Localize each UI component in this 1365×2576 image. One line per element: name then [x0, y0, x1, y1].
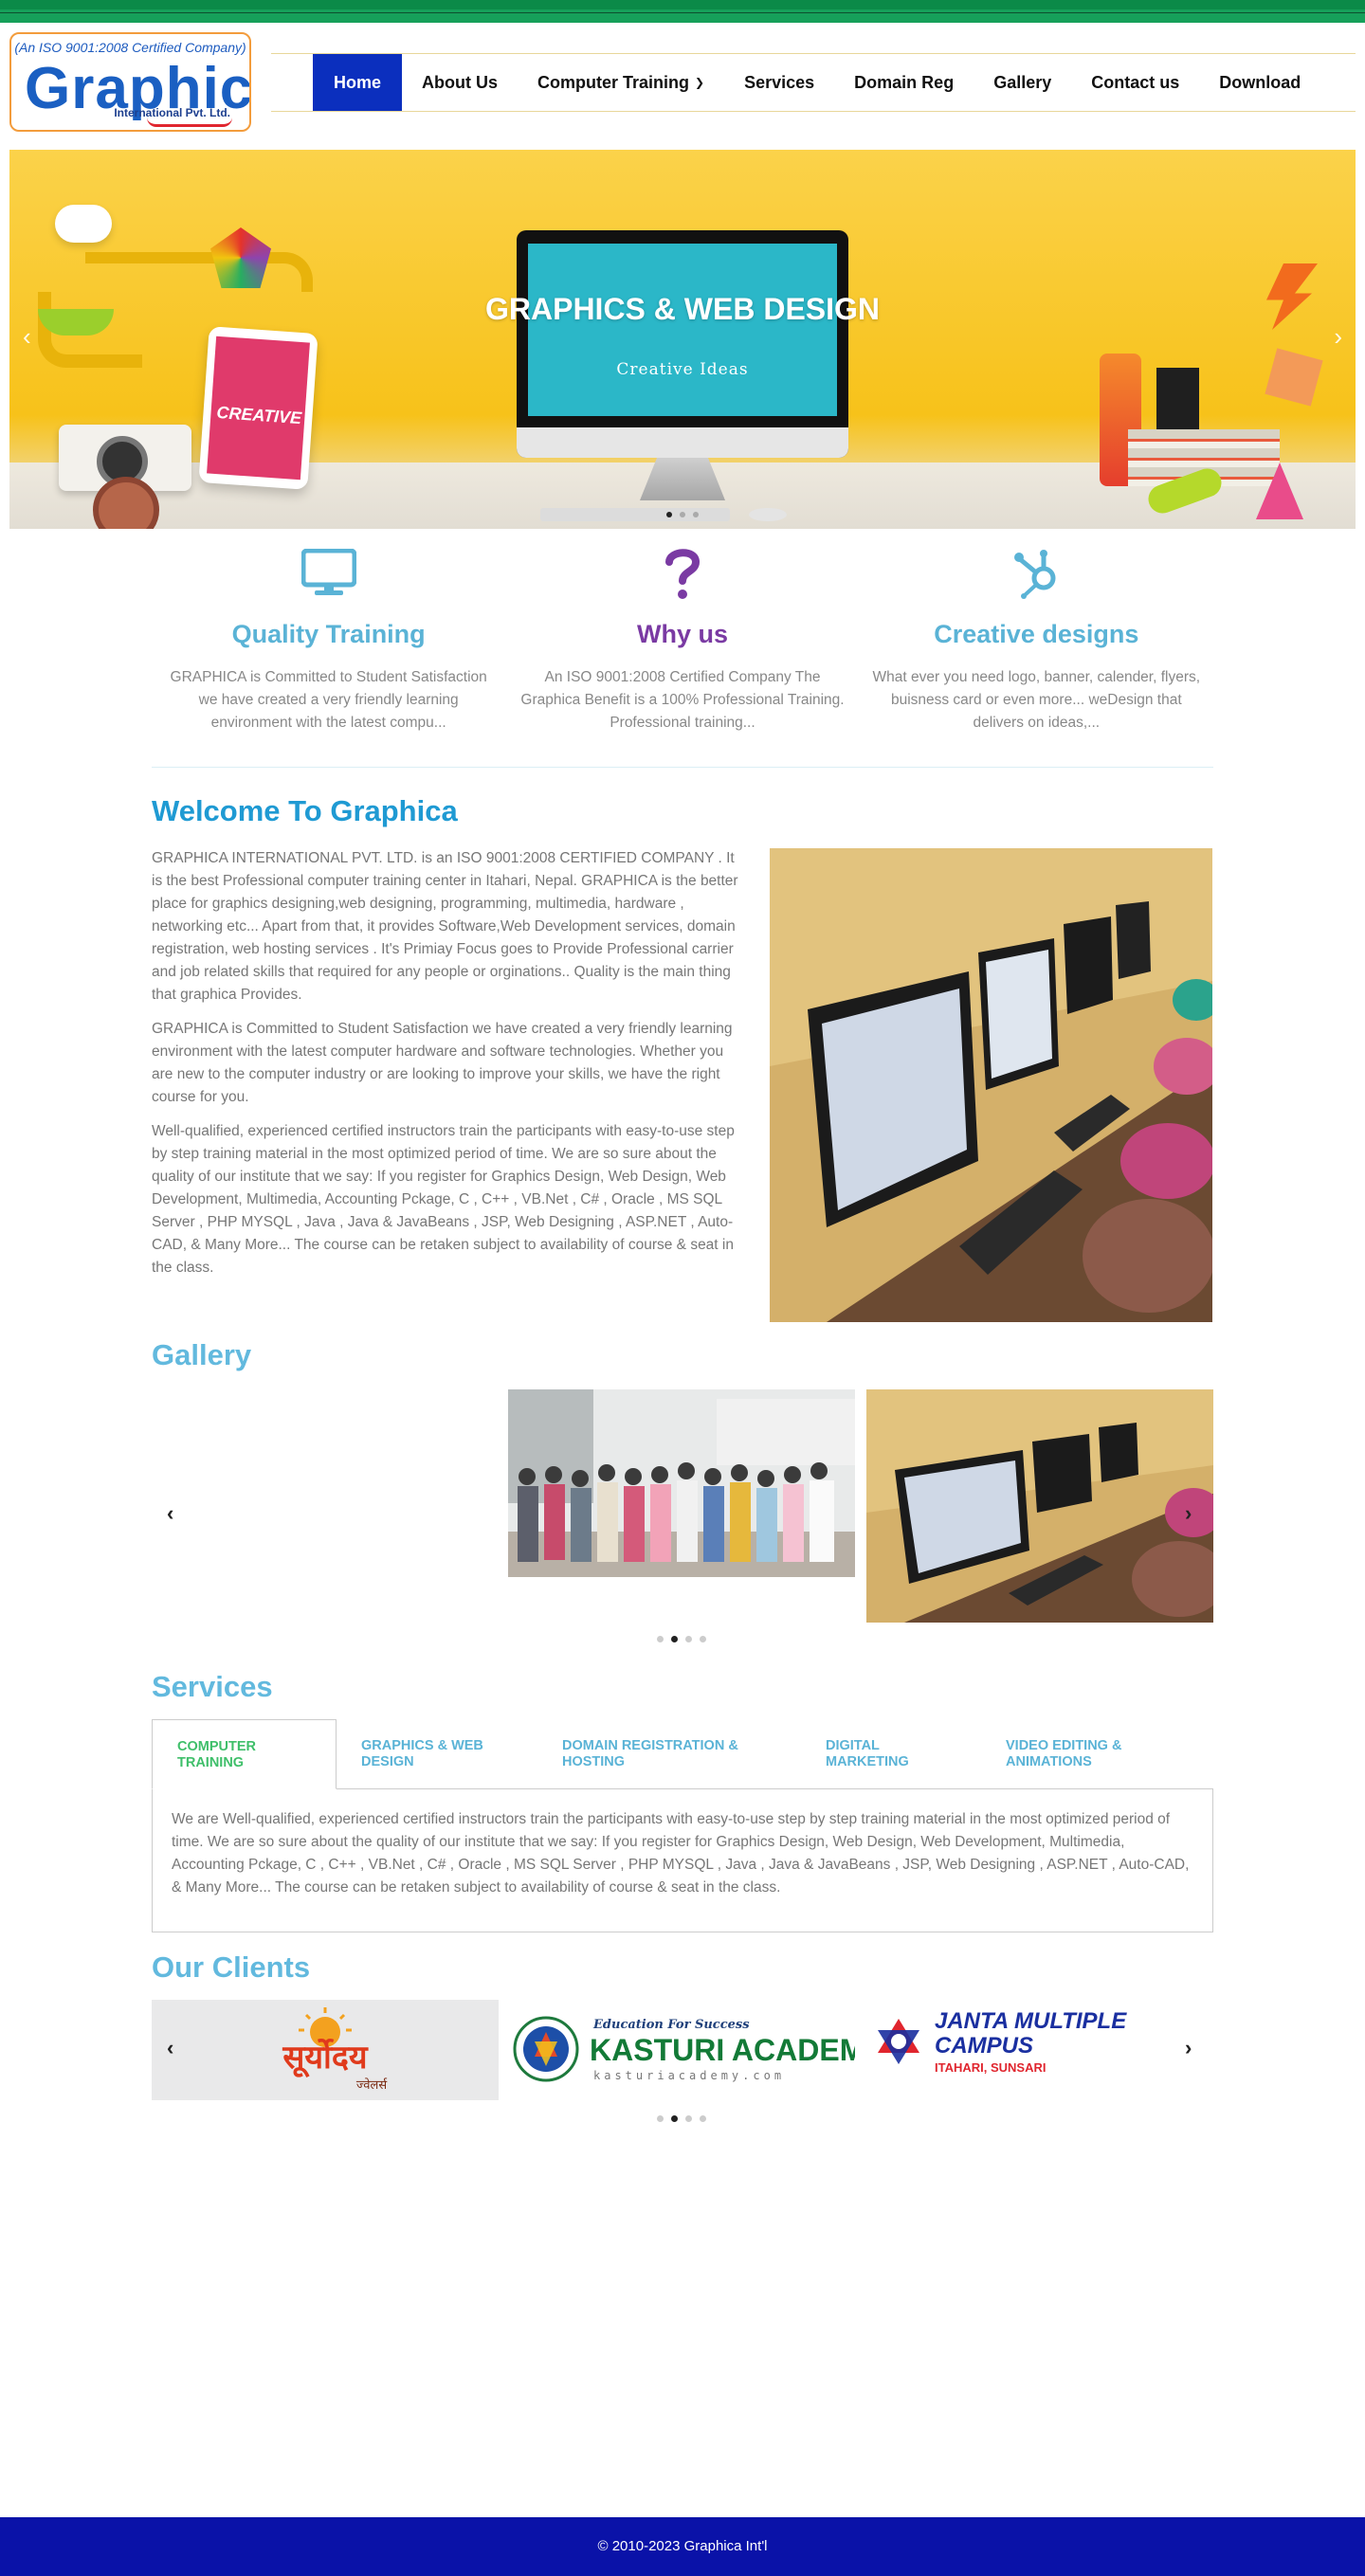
welcome-heading: Welcome To Graphica	[152, 794, 458, 827]
client-logo-janta[interactable]: JANTA MULTIPLE CAMPUS ITAHARI, SUNSARI	[864, 2000, 1211, 2100]
nav-domain-reg[interactable]: Domain Reg	[834, 54, 974, 111]
nav-download[interactable]: Download	[1199, 54, 1320, 111]
imac-chin	[517, 427, 848, 458]
feature-text: An ISO 9001:2008 Certified Company The G…	[520, 669, 845, 731]
welcome-paragraph: GRAPHICA INTERNATIONAL PVT. LTD. is an I…	[152, 850, 738, 1003]
tab-digital-marketing[interactable]: DIGITAL MARKETING	[801, 1719, 981, 1788]
gallery-dots	[657, 1636, 706, 1642]
slider-next-icon[interactable]: ›	[1334, 322, 1342, 352]
nav-contact-us[interactable]: Contact us	[1071, 54, 1199, 111]
tab-domain-registration[interactable]: DOMAIN REGISTRATION & HOSTING	[537, 1719, 801, 1788]
client-3-name: JANTA MULTIPLE CAMPUS	[935, 2009, 1127, 2059]
graphica-logo[interactable]: (An ISO 9001:2008 Certified Company) Gra…	[9, 32, 251, 132]
client-2-url: kasturiacademy.com	[593, 2069, 785, 2082]
client-2-name: KASTURI ACADEMY	[590, 2033, 855, 2067]
client-3-text: JANTA MULTIPLE CAMPUS ITAHARI, SUNSARI	[935, 2009, 1127, 2075]
clients-dot[interactable]	[671, 2115, 678, 2122]
nav-gallery[interactable]: Gallery	[974, 54, 1071, 111]
client-1-sub: ज्वेलर्स	[356, 2077, 388, 2093]
gallery-next-icon[interactable]: ›	[1185, 1501, 1192, 1526]
slider-dots	[9, 512, 1356, 517]
tab-video-editing[interactable]: VIDEO EDITING & ANIMATIONS	[981, 1719, 1199, 1788]
hubspot-icon	[867, 542, 1206, 603]
feature-text: What ever you need logo, banner, calende…	[872, 669, 1201, 731]
clients-dot[interactable]	[657, 2115, 664, 2122]
nav-services[interactable]: Services	[724, 54, 834, 111]
site-header: (An ISO 9001:2008 Certified Company) Gra…	[0, 23, 1365, 150]
clients-dot[interactable]	[685, 2115, 692, 2122]
footer-copyright: © 2010-2023 Graphica Int'l	[597, 2538, 768, 2554]
welcome-paragraph: Well-qualified, experienced certified in…	[152, 1123, 735, 1276]
tab-graphics-web-design[interactable]: GRAPHICS & WEB DESIGN	[337, 1719, 537, 1788]
imac-screen	[528, 244, 837, 416]
hero-shelf	[85, 252, 313, 292]
client-logo-suryodaya[interactable]: सूर्योदय ज्वेलर्स	[152, 2000, 499, 2100]
main-nav: Home About Us Computer Training ❯ Service…	[271, 53, 1356, 112]
services-tabbar: COMPUTER TRAINING GRAPHICS & WEB DESIGN …	[152, 1719, 1213, 1789]
gallery-lab-photo[interactable]	[866, 1389, 1213, 1623]
gallery-dot[interactable]	[700, 1636, 706, 1642]
hero-subtitle: Creative Ideas	[616, 360, 749, 379]
computer-lab-photo	[770, 848, 1212, 1322]
client-2-tagline: Education For Success	[592, 2018, 750, 2032]
tablet-screen: CREATIVE	[207, 336, 310, 481]
logo-cert-text: (An ISO 9001:2008 Certified Company)	[14, 40, 246, 55]
gallery-dot[interactable]	[671, 1636, 678, 1642]
feature-title[interactable]: Creative designs	[867, 620, 1206, 649]
slider-prev-icon[interactable]: ‹	[23, 322, 31, 352]
hero-slider: CREATIVE GRAPHICS & WEB DESIGN Creative …	[9, 150, 1356, 529]
services-heading: Services	[152, 1670, 273, 1703]
clients-carousel: सूर्योदय ज्वेलर्स Education For Success …	[152, 2000, 1213, 2122]
gallery-group-photo[interactable]	[508, 1389, 855, 1577]
welcome-paragraph: GRAPHICA is Committed to Student Satisfa…	[152, 1021, 733, 1105]
feature-why-us: Why us An ISO 9001:2008 Certified Compan…	[505, 540, 859, 767]
slider-dot[interactable]	[666, 512, 672, 517]
slider-dot[interactable]	[693, 512, 699, 517]
gallery-dot[interactable]	[685, 1636, 692, 1642]
nav-computer-training-label: Computer Training	[537, 72, 690, 92]
imac-illustration	[517, 230, 848, 458]
client-1-name: सूर्योदय	[282, 2038, 369, 2078]
logo-swoosh	[147, 118, 232, 127]
feature-title[interactable]: Why us	[513, 620, 851, 649]
gallery-heading: Gallery	[152, 1338, 252, 1371]
feature-quality-training: Quality Training GRAPHICA is Committed t…	[152, 540, 505, 767]
services-tabs: COMPUTER TRAINING GRAPHICS & WEB DESIGN …	[152, 1719, 1213, 1932]
client-logo-kasturi[interactable]: Education For Success KASTURI ACADEMY ka…	[508, 2000, 885, 2100]
site-footer: © 2010-2023 Graphica Int'l	[0, 2517, 1365, 2576]
tablet-text: CREATIVE	[215, 402, 302, 428]
nav-home[interactable]: Home	[313, 54, 403, 111]
gallery-dot[interactable]	[657, 1636, 664, 1642]
polyhedron-illustration	[210, 227, 271, 288]
question-icon	[513, 542, 851, 603]
slider-dot[interactable]	[680, 512, 685, 517]
tab-computer-training[interactable]: COMPUTER TRAINING	[152, 1719, 337, 1789]
clients-next-icon[interactable]: ›	[1185, 2036, 1192, 2060]
welcome-text: GRAPHICA INTERNATIONAL PVT. LTD. is an I…	[152, 847, 747, 1291]
tablet-illustration: CREATIVE	[198, 326, 318, 490]
hero-title: GRAPHICS & WEB DESIGN	[484, 292, 881, 326]
nav-computer-training[interactable]: Computer Training ❯	[518, 54, 724, 111]
chevron-down-icon: ❯	[695, 76, 705, 89]
clients-heading: Our Clients	[152, 1950, 311, 1984]
clients-dots	[657, 2115, 706, 2122]
clients-dot[interactable]	[700, 2115, 706, 2122]
feature-title[interactable]: Quality Training	[159, 620, 498, 649]
cloud-lamp-illustration	[55, 205, 112, 243]
top-bar	[0, 0, 1365, 23]
gallery-carousel: ‹ ›	[152, 1389, 1213, 1642]
feature-text: GRAPHICA is Committed to Student Satisfa…	[170, 669, 487, 731]
nav-about-us[interactable]: About Us	[402, 54, 518, 111]
client-3-sub: ITAHARI, SUNSARI	[935, 2060, 1046, 2075]
monitor-icon	[159, 542, 498, 603]
gallery-prev-icon[interactable]: ‹	[167, 1501, 173, 1526]
feature-creative-designs: Creative designs What ever you need logo…	[860, 540, 1213, 767]
features-row: Quality Training GRAPHICA is Committed t…	[152, 540, 1213, 768]
services-tab-content: We are Well-qualified, experienced certi…	[152, 1789, 1213, 1932]
clients-prev-icon[interactable]: ‹	[167, 2036, 173, 2060]
